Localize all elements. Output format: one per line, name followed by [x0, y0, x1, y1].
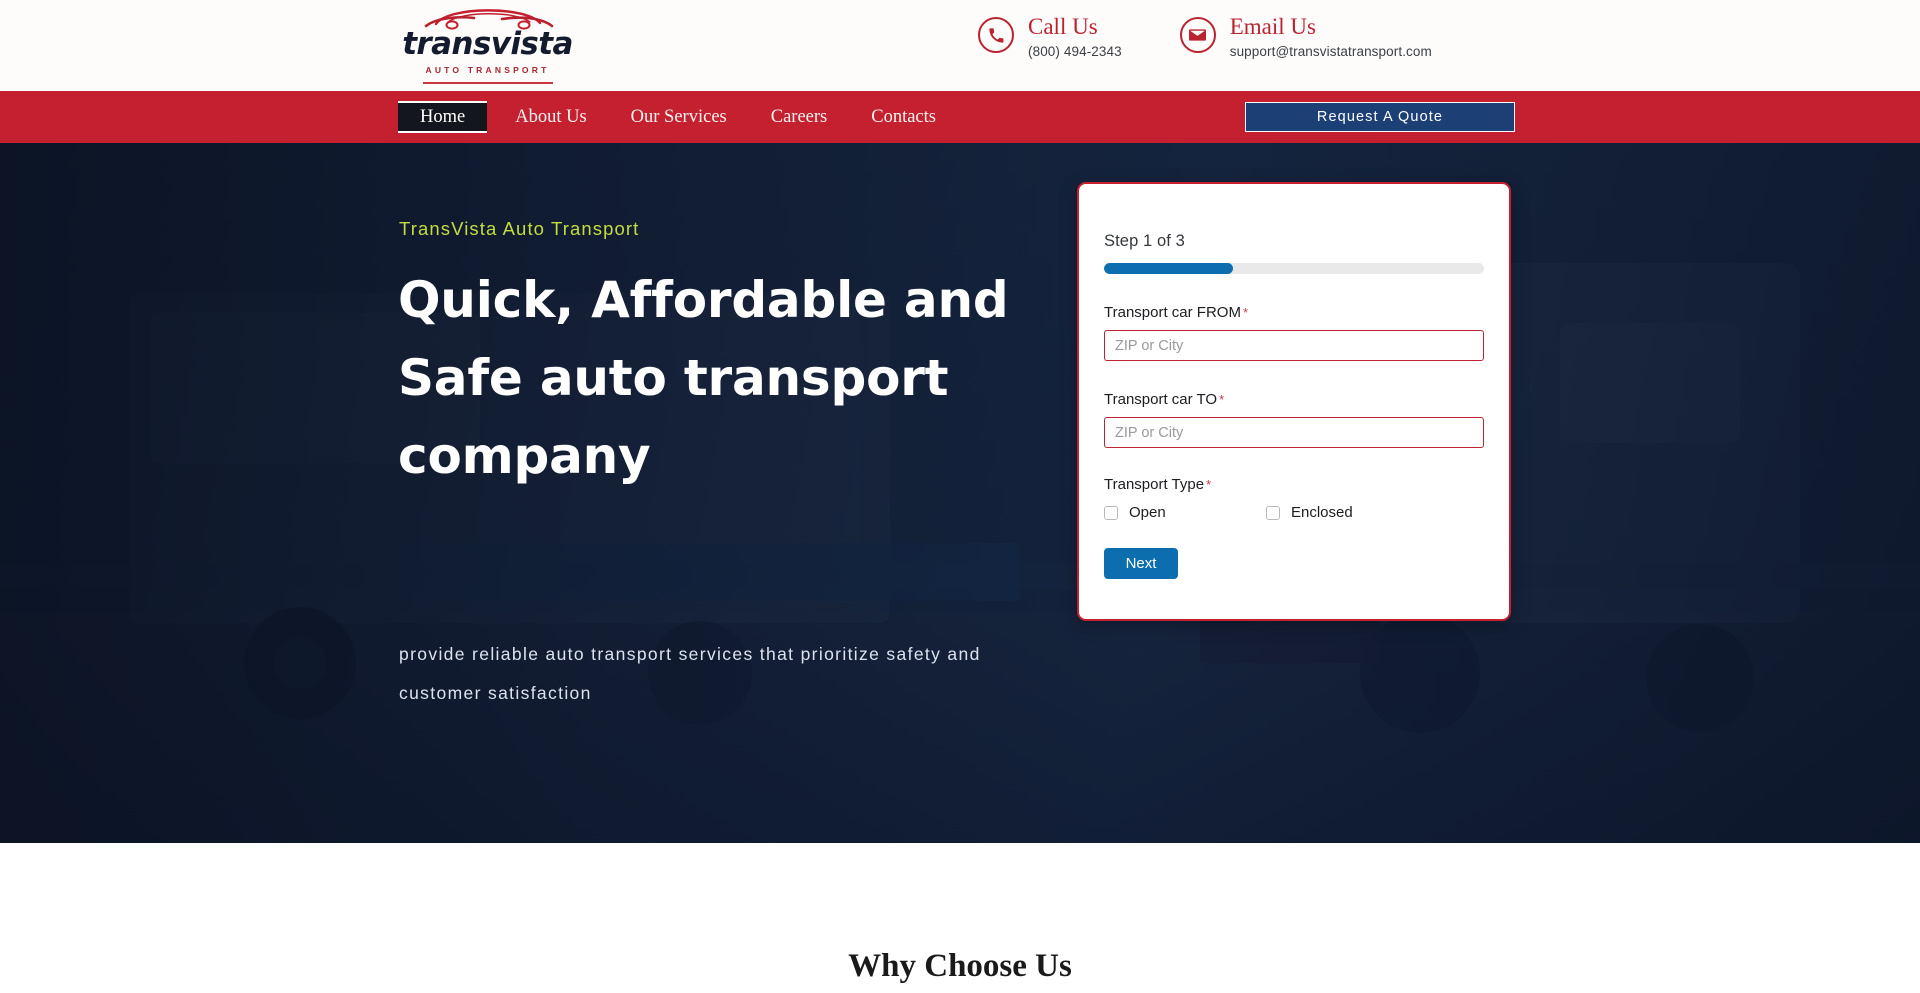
required-asterisk: *: [1219, 392, 1225, 407]
hero-subtitle: provide reliable auto transport services…: [399, 644, 981, 703]
header-contacts: Call Us (800) 494-2343 Email Us support@…: [978, 14, 1432, 59]
email-address[interactable]: support@transvistatransport.com: [1230, 44, 1432, 59]
checkbox-label-open: Open: [1129, 504, 1166, 521]
progress-bar-track: [1104, 263, 1484, 274]
transport-to-input[interactable]: [1104, 417, 1484, 448]
transport-type-options: Open Enclosed: [1104, 504, 1484, 521]
contact-email-us[interactable]: Email Us support@transvistatransport.com: [1179, 14, 1432, 59]
transport-from-input[interactable]: [1104, 330, 1484, 361]
why-choose-us-heading: Why Choose Us: [848, 948, 1072, 984]
nav-links: Home About Us Our Services Careers Conta…: [398, 100, 958, 134]
contact-title: Email Us: [1229, 14, 1316, 39]
next-button[interactable]: Next: [1104, 548, 1178, 579]
envelope-icon: [1179, 17, 1216, 53]
field-transport-to: Transport car TO *: [1104, 391, 1484, 448]
label-transport-from: Transport car FROM *: [1104, 304, 1484, 321]
step-indicator: Step 1 of 3: [1104, 232, 1185, 250]
label-transport-type: Transport Type *: [1104, 476, 1484, 493]
logo-underline: [422, 82, 553, 84]
hero-title: Quick, Affordable and Safe auto transpor…: [398, 271, 1009, 485]
contact-call-us[interactable]: Call Us (800) 494-2343: [978, 14, 1122, 59]
site-header: transvista AUTO TRANSPORT Call Us (800) …: [0, 0, 1920, 91]
required-asterisk: *: [1206, 477, 1212, 492]
checkbox-label-enclosed: Enclosed: [1291, 504, 1353, 521]
field-transport-from: Transport car FROM *: [1104, 304, 1484, 361]
checkbox-box-enclosed[interactable]: [1266, 505, 1280, 520]
hero-content: TransVista Auto Transport Quick, Afforda…: [0, 143, 1920, 843]
logo-tagline: AUTO TRANSPORT: [425, 65, 550, 75]
main-navigation: Home About Us Our Services Careers Conta…: [0, 91, 1920, 143]
nav-item-our-services[interactable]: Our Services: [609, 101, 749, 134]
nav-item-careers[interactable]: Careers: [749, 101, 850, 134]
hero-eyebrow: TransVista Auto Transport: [399, 218, 640, 239]
nav-item-home[interactable]: Home: [398, 100, 488, 134]
field-transport-type: Transport Type * Open Enclosed: [1104, 476, 1484, 521]
checkbox-box-open[interactable]: [1104, 505, 1118, 520]
checkbox-option-open[interactable]: Open: [1104, 504, 1266, 521]
checkbox-option-enclosed[interactable]: Enclosed: [1266, 504, 1428, 521]
nav-item-contacts[interactable]: Contacts: [849, 101, 958, 134]
why-choose-us-section: Why Choose Us: [0, 843, 1920, 990]
nav-item-about-us[interactable]: About Us: [493, 101, 608, 134]
quote-form-card: Step 1 of 3 Transport car FROM* Transpor…: [1077, 182, 1511, 621]
phone-icon: [978, 17, 1014, 53]
logo-wordmark: transvista: [402, 26, 573, 62]
hero-section: TransVista Auto Transport Quick, Afforda…: [0, 143, 1920, 843]
label-text: Transport car TO: [1104, 391, 1218, 408]
phone-number[interactable]: (800) 494-2343: [1028, 44, 1122, 59]
label-transport-to: Transport car TO *: [1104, 391, 1484, 408]
label-text: Transport Type: [1104, 476, 1205, 493]
progress-bar-fill: [1104, 263, 1234, 274]
required-asterisk: *: [1242, 305, 1249, 320]
label-text: Transport car FROM: [1104, 304, 1241, 321]
contact-title: Call Us: [1028, 14, 1098, 39]
logo[interactable]: transvista AUTO TRANSPORT: [400, 4, 575, 88]
request-a-quote-button[interactable]: Request A Quote: [1245, 102, 1515, 132]
